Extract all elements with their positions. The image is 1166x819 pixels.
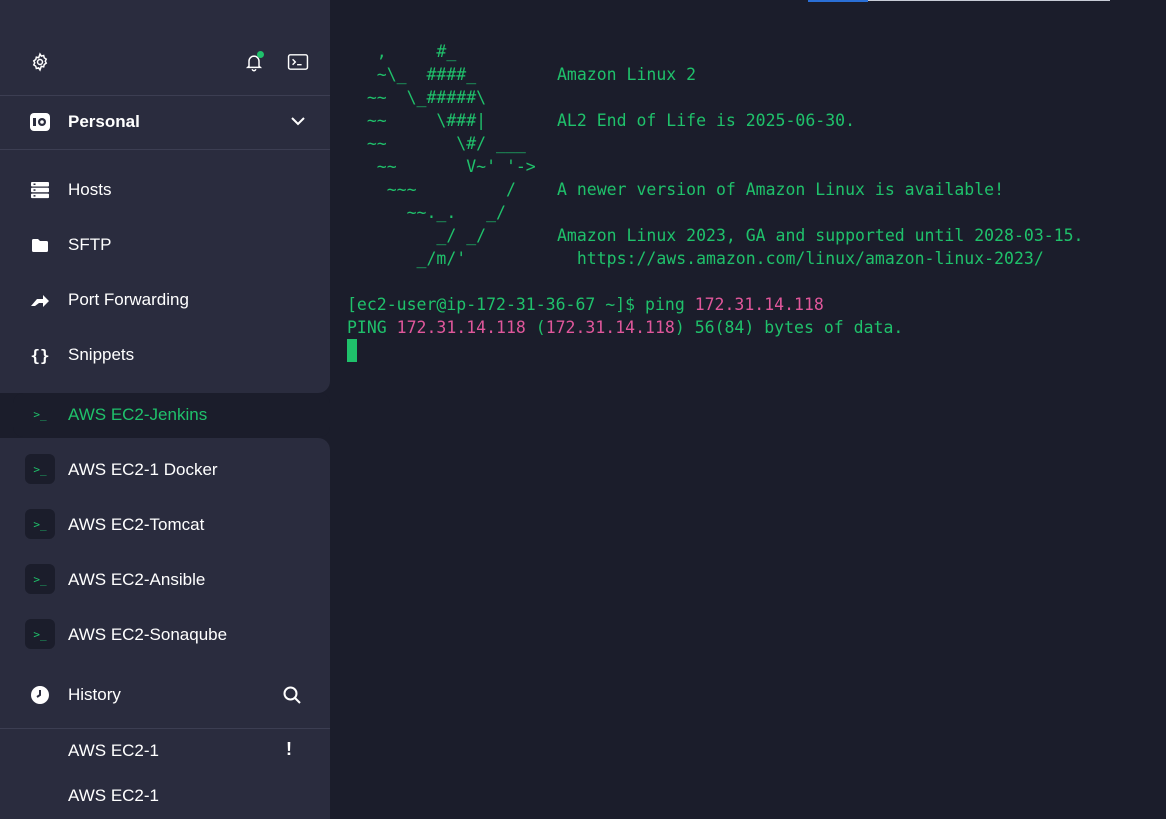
terminal-command: [ec2-user@ip-172-31-36-67 ~]$ ping 172.3… bbox=[347, 293, 903, 339]
tab-indicator bbox=[808, 0, 868, 2]
history-item-label: AWS EC2-1 bbox=[68, 741, 160, 760]
host-label: AWS EC2-Sonaqube bbox=[68, 625, 228, 644]
banner-text-line: A newer version of Amazon Linux is avail… bbox=[557, 180, 1005, 199]
tab-strip bbox=[868, 0, 1110, 1]
sidebar-item-label: Port Forwarding bbox=[68, 290, 189, 309]
host-item[interactable]: >_ AWS EC2-1 Docker bbox=[0, 448, 330, 492]
host-item[interactable]: >_ AWS EC2-Tomcat bbox=[0, 503, 330, 547]
notification-dot bbox=[257, 51, 264, 58]
banner-art-line: , #_ bbox=[347, 42, 457, 61]
clock-icon bbox=[29, 684, 51, 706]
sidebar: Personal Hosts SFTP Port Forwarding {} S… bbox=[0, 0, 330, 819]
banner-art-line: ~~ V~' '-> bbox=[347, 157, 536, 176]
sidebar-item-label: Snippets bbox=[68, 345, 135, 364]
search-icon[interactable] bbox=[282, 685, 302, 710]
banner-art-line: ~~ \_#####\ bbox=[347, 88, 487, 107]
bell-icon[interactable] bbox=[242, 50, 266, 74]
terminal-cursor bbox=[347, 339, 357, 362]
terminal-banner-text: Amazon Linux 2 AL2 End of Life is 2025-0… bbox=[557, 63, 1084, 270]
braces-icon: {} bbox=[30, 345, 50, 365]
history-label: History bbox=[68, 685, 121, 704]
terminal-prompt-icon: >_ bbox=[25, 619, 55, 649]
vault-icon bbox=[29, 111, 51, 133]
divider bbox=[0, 149, 330, 150]
banner-text-line: AL2 End of Life is 2025-06-30. bbox=[557, 111, 856, 130]
server-icon bbox=[29, 179, 51, 201]
terminal-prompt-icon: >_ bbox=[25, 454, 55, 484]
host-label: AWS EC2-Ansible bbox=[68, 570, 206, 589]
terminal-pane[interactable]: , #_ ~\_ ####_ ~~ \_#####\ ~~ \###| ~~ \… bbox=[330, 0, 1166, 819]
terminal-prompt-icon: >_ bbox=[25, 509, 55, 539]
banner-art-line: ~~ \###| bbox=[347, 111, 487, 130]
sidebar-item-port-forwarding[interactable]: Port Forwarding bbox=[0, 280, 330, 320]
banner-art-line: _/ _/ bbox=[347, 226, 487, 245]
banner-art-line: ~\_ ####_ bbox=[347, 65, 477, 84]
sidebar-item-hosts[interactable]: Hosts bbox=[0, 170, 330, 210]
output-ip: 172.31.14.118 bbox=[545, 318, 675, 337]
sidebar-item-label: Hosts bbox=[68, 180, 112, 199]
sidebar-item-sftp[interactable]: SFTP bbox=[0, 225, 330, 265]
terminal-banner-art: , #_ ~\_ ####_ ~~ \_#####\ ~~ \###| ~~ \… bbox=[347, 40, 536, 270]
banner-text-line: https://aws.amazon.com/linux/amazon-linu… bbox=[557, 249, 1044, 268]
banner-art-line: ~~._. _/ bbox=[347, 203, 506, 222]
banner-text-line: Amazon Linux 2023, GA and supported unti… bbox=[557, 226, 1084, 245]
banner-art-line: ~~~ / bbox=[347, 180, 516, 199]
vault-label: Personal bbox=[68, 112, 140, 131]
prompt-text: [ec2-user@ip-172-31-36-67 ~]$ ping bbox=[347, 295, 695, 314]
banner-art-line: _/m/' bbox=[347, 249, 467, 268]
sidebar-item-label: SFTP bbox=[68, 235, 112, 254]
banner-art-line: ~~ \#/ ___ bbox=[347, 134, 526, 153]
folder-icon bbox=[29, 234, 51, 256]
host-label: AWS EC2-Jenkins bbox=[68, 405, 208, 424]
terminal-prompt-icon: >_ bbox=[25, 564, 55, 594]
host-item[interactable]: >_ AWS EC2-Ansible bbox=[0, 558, 330, 602]
history-item-label: AWS EC2-1 bbox=[68, 786, 160, 805]
gear-icon[interactable] bbox=[28, 50, 52, 74]
warning-icon: ! bbox=[286, 739, 292, 759]
history-item[interactable]: AWS EC2-1 bbox=[0, 778, 330, 814]
terminal-icon[interactable] bbox=[286, 50, 310, 74]
host-item-active[interactable]: >_ AWS EC2-Jenkins bbox=[13, 393, 330, 437]
forward-icon bbox=[29, 289, 51, 311]
sidebar-toolbar bbox=[0, 40, 330, 82]
output-suffix: ) 56(84) bytes of data. bbox=[674, 318, 904, 337]
divider bbox=[0, 728, 330, 729]
banner-text-line: Amazon Linux 2 bbox=[557, 65, 697, 84]
sidebar-item-snippets[interactable]: {} Snippets bbox=[0, 335, 330, 375]
host-item[interactable]: >_ AWS EC2-Sonaqube bbox=[0, 613, 330, 657]
prompt-ip: 172.31.14.118 bbox=[694, 295, 824, 314]
history-item[interactable]: AWS EC2-1 ! bbox=[0, 733, 330, 769]
vault-selector[interactable]: Personal bbox=[0, 96, 330, 149]
host-label: AWS EC2-1 Docker bbox=[68, 460, 218, 479]
host-label: AWS EC2-Tomcat bbox=[68, 515, 205, 534]
output-prefix: PING bbox=[347, 318, 397, 337]
output-mid: ( bbox=[525, 318, 546, 337]
output-ip: 172.31.14.118 bbox=[396, 318, 526, 337]
terminal-prompt-icon: >_ bbox=[33, 407, 47, 421]
chevron-down-icon[interactable] bbox=[290, 114, 306, 132]
history-header[interactable]: History bbox=[0, 675, 330, 715]
